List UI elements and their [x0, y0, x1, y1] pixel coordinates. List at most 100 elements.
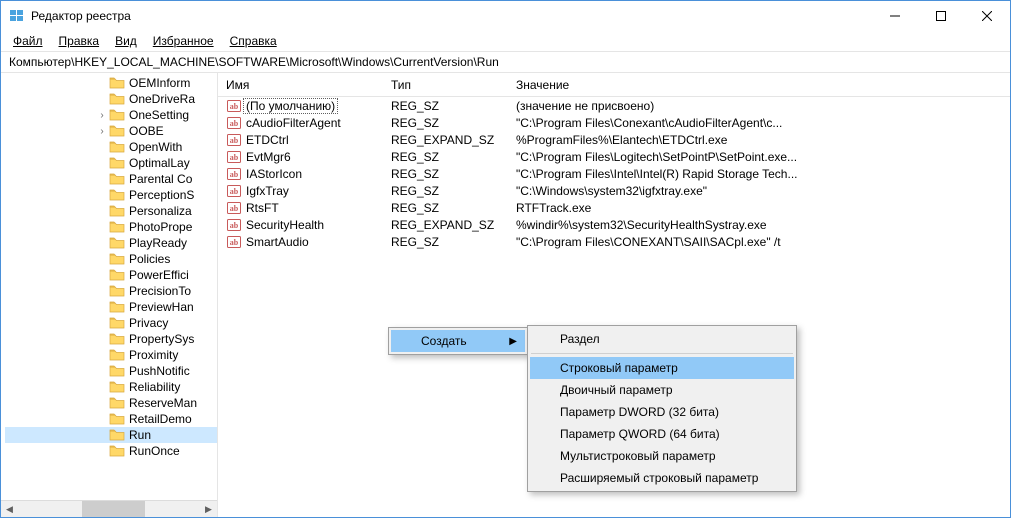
table-row[interactable]: abRtsFTREG_SZRTFTrack.exe — [218, 199, 1010, 216]
tree-item[interactable]: Privacy — [5, 315, 217, 331]
reg-string-icon: ab — [226, 234, 242, 250]
tree-item-label: PropertySys — [129, 332, 194, 346]
submenu-binary[interactable]: Двоичный параметр — [530, 379, 794, 401]
tree-item[interactable]: Parental Co — [5, 171, 217, 187]
folder-icon — [109, 444, 125, 458]
tree-item[interactable]: PhotoPrope — [5, 219, 217, 235]
svg-text:ab: ab — [230, 102, 239, 111]
table-row[interactable]: abcAudioFilterAgentREG_SZ"C:\Program Fil… — [218, 114, 1010, 131]
table-row[interactable]: abSmartAudioREG_SZ"C:\Program Files\CONE… — [218, 233, 1010, 250]
folder-icon — [109, 220, 125, 234]
tree-item[interactable]: OEMInform — [5, 75, 217, 91]
svg-text:ab: ab — [230, 204, 239, 213]
expander-icon[interactable]: › — [95, 110, 109, 121]
tree-item[interactable]: PrecisionTo — [5, 283, 217, 299]
reg-string-icon: ab — [226, 200, 242, 216]
folder-icon — [109, 124, 125, 138]
tree-item[interactable]: Proximity — [5, 347, 217, 363]
svg-text:ab: ab — [230, 238, 239, 247]
cell-name: abSecurityHealth — [218, 217, 383, 233]
maximize-button[interactable] — [918, 1, 964, 31]
tree-item[interactable]: PropertySys — [5, 331, 217, 347]
tree-item-label: PrecisionTo — [129, 284, 191, 298]
submenu-string[interactable]: Строковый параметр — [530, 357, 794, 379]
tree-item[interactable]: Personaliza — [5, 203, 217, 219]
scroll-thumb[interactable] — [82, 501, 146, 517]
col-header-name[interactable]: Имя — [218, 74, 383, 96]
tree-scroll[interactable]: OEMInformOneDriveRa›OneSetting›OOBEOpenW… — [1, 73, 217, 500]
tree-item-label: Policies — [129, 252, 170, 266]
window: Редактор реестра Файл Правка Вид Избранн… — [0, 0, 1011, 518]
table-row[interactable]: abETDCtrlREG_EXPAND_SZ%ProgramFiles%\Ela… — [218, 131, 1010, 148]
expander-icon[interactable]: › — [95, 126, 109, 137]
folder-icon — [109, 316, 125, 330]
context-menu-create[interactable]: Создать ▶ — [391, 330, 525, 352]
context-menu: Создать ▶ — [388, 327, 528, 355]
menu-view[interactable]: Вид — [107, 32, 145, 50]
table-row[interactable]: abIAStorIconREG_SZ"C:\Program Files\Inte… — [218, 165, 1010, 182]
folder-icon — [109, 140, 125, 154]
table-row[interactable]: abIgfxTrayREG_SZ"C:\Windows\system32\igf… — [218, 182, 1010, 199]
tree-item[interactable]: Reliability — [5, 379, 217, 395]
folder-icon — [109, 428, 125, 442]
tree-item[interactable]: OneDriveRa — [5, 91, 217, 107]
table-row[interactable]: ab(По умолчанию)REG_SZ(значение не присв… — [218, 97, 1010, 114]
folder-icon — [109, 268, 125, 282]
tree-item-label: Personaliza — [129, 204, 192, 218]
tree-item[interactable]: PowerEffici — [5, 267, 217, 283]
cell-value: "C:\Program Files\Intel\Intel(R) Rapid S… — [508, 167, 1010, 181]
tree-item[interactable]: ReserveMan — [5, 395, 217, 411]
app-icon — [9, 8, 25, 24]
table-row[interactable]: abSecurityHealthREG_EXPAND_SZ%windir%\sy… — [218, 216, 1010, 233]
tree-item[interactable]: OpenWith — [5, 139, 217, 155]
menu-file[interactable]: Файл — [5, 32, 51, 50]
context-submenu: Раздел Строковый параметр Двоичный парам… — [527, 325, 797, 492]
tree-item[interactable]: Policies — [5, 251, 217, 267]
col-header-value[interactable]: Значение — [508, 74, 1010, 96]
svg-text:ab: ab — [230, 119, 239, 128]
submenu-separator — [531, 353, 793, 354]
close-button[interactable] — [964, 1, 1010, 31]
tree-item[interactable]: RetailDemo — [5, 411, 217, 427]
tree-item[interactable]: PreviewHan — [5, 299, 217, 315]
cell-type: REG_SZ — [383, 167, 508, 181]
cell-name: ab(По умолчанию) — [218, 98, 383, 114]
svg-text:ab: ab — [230, 170, 239, 179]
menu-favorites[interactable]: Избранное — [145, 32, 222, 50]
submenu-qword[interactable]: Параметр QWORD (64 бита) — [530, 423, 794, 445]
scroll-track[interactable] — [18, 501, 200, 517]
tree-item-label: Run — [129, 428, 151, 442]
cell-type: REG_EXPAND_SZ — [383, 133, 508, 147]
scroll-right-icon[interactable]: ▶ — [200, 501, 217, 518]
tree-item-label: PushNotific — [129, 364, 190, 378]
tree-item[interactable]: ›OOBE — [5, 123, 217, 139]
scroll-left-icon[interactable]: ◀ — [1, 501, 18, 518]
menu-help[interactable]: Справка — [222, 32, 285, 50]
submenu-arrow-icon: ▶ — [509, 336, 517, 347]
tree-hscrollbar[interactable]: ◀ ▶ — [1, 500, 217, 517]
tree-item-label: OptimalLay — [129, 156, 190, 170]
tree-item[interactable]: PlayReady — [5, 235, 217, 251]
submenu-multistring[interactable]: Мультистроковый параметр — [530, 445, 794, 467]
tree-pane: OEMInformOneDriveRa›OneSetting›OOBEOpenW… — [1, 73, 218, 517]
submenu-dword[interactable]: Параметр DWORD (32 бита) — [530, 401, 794, 423]
cell-type: REG_SZ — [383, 184, 508, 198]
col-header-type[interactable]: Тип — [383, 74, 508, 96]
address-bar[interactable]: Компьютер\HKEY_LOCAL_MACHINE\SOFTWARE\Mi… — [1, 51, 1010, 73]
tree-item[interactable]: RunOnce — [5, 443, 217, 459]
reg-string-icon: ab — [226, 132, 242, 148]
tree-item[interactable]: PushNotific — [5, 363, 217, 379]
tree-item[interactable]: OptimalLay — [5, 155, 217, 171]
menu-edit[interactable]: Правка — [51, 32, 108, 50]
cell-value: %ProgramFiles%\Elantech\ETDCtrl.exe — [508, 133, 1010, 147]
minimize-button[interactable] — [872, 1, 918, 31]
tree-item[interactable]: ›OneSetting — [5, 107, 217, 123]
table-row[interactable]: abEvtMgr6REG_SZ"C:\Program Files\Logitec… — [218, 148, 1010, 165]
submenu-expand[interactable]: Расширяемый строковый параметр — [530, 467, 794, 489]
folder-icon — [109, 188, 125, 202]
reg-string-icon: ab — [226, 183, 242, 199]
titlebar: Редактор реестра — [1, 1, 1010, 31]
tree-item[interactable]: PerceptionS — [5, 187, 217, 203]
tree-item[interactable]: Run — [5, 427, 217, 443]
submenu-section[interactable]: Раздел — [530, 328, 794, 350]
